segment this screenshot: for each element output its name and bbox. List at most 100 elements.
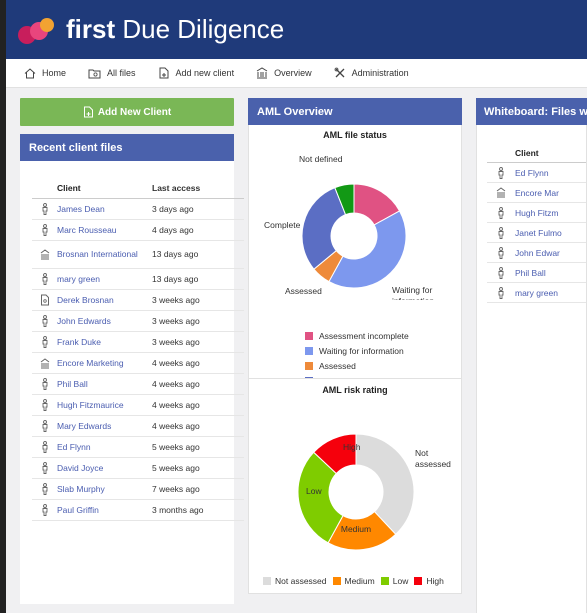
slice-label: Waiting forinformation bbox=[392, 285, 434, 300]
pie-slice-waiting-for-information[interactable] bbox=[328, 210, 407, 289]
table-row[interactable]: Hugh Fitzmaurice 4 weeks ago bbox=[32, 395, 244, 416]
client-type-icon bbox=[487, 246, 515, 259]
client-name-link[interactable]: Hugh Fitzm bbox=[515, 208, 558, 218]
table-row[interactable]: Encore Marketing 4 weeks ago bbox=[32, 353, 244, 374]
table-row[interactable]: James Dean 3 days ago bbox=[32, 199, 244, 220]
table-row[interactable]: Frank Duke 3 weeks ago bbox=[32, 332, 244, 353]
client-name-link[interactable]: Janet Fulmo bbox=[515, 228, 562, 238]
client-name-link[interactable]: Phil Ball bbox=[515, 268, 546, 278]
folder-search-icon bbox=[88, 69, 101, 78]
last-access-value: 7 weeks ago bbox=[152, 483, 200, 494]
nav-all-files[interactable]: All files bbox=[88, 68, 136, 79]
nav-administration[interactable]: Administration bbox=[334, 67, 409, 79]
last-access-value: 4 weeks ago bbox=[152, 378, 200, 389]
legend-label[interactable]: High bbox=[426, 576, 443, 586]
client-name-link[interactable]: mary green bbox=[57, 274, 152, 285]
client-name-link[interactable]: Encore Mar bbox=[515, 188, 559, 198]
whiteboard-table: Client Ed Flynn Encore Mar Hugh Fitzm Janet… bbox=[487, 125, 586, 303]
slice-label: Low bbox=[306, 486, 322, 496]
client-name-link[interactable]: Slab Murphy bbox=[57, 484, 152, 495]
tools-icon bbox=[334, 67, 345, 78]
panel-title: AML Overview bbox=[248, 98, 462, 125]
table-row[interactable]: Phil Ball 4 weeks ago bbox=[32, 374, 244, 395]
table-row[interactable]: Janet Fulmo bbox=[487, 223, 586, 243]
client-name-link[interactable]: Brosnan International bbox=[57, 249, 152, 260]
client-type-icon bbox=[32, 462, 57, 474]
client-name-link[interactable]: Ed Flynn bbox=[57, 442, 152, 453]
top-nav: Home All files Add new client Overview A… bbox=[6, 59, 587, 88]
person-icon bbox=[498, 206, 504, 219]
table-row[interactable]: John Edwards 3 weeks ago bbox=[32, 311, 244, 332]
column-header-last-access: Last access bbox=[152, 182, 201, 193]
table-row[interactable]: David Joyce 5 weeks ago bbox=[32, 458, 244, 479]
client-type-icon bbox=[32, 249, 57, 260]
client-name-link[interactable]: Paul Griffin bbox=[57, 505, 152, 516]
building-icon bbox=[496, 187, 506, 198]
client-name-link[interactable]: Ed Flynn bbox=[515, 168, 549, 178]
legend-label: Waiting for information bbox=[319, 345, 404, 356]
slice-label: Medium bbox=[341, 524, 371, 534]
legend-item[interactable]: Assessed bbox=[305, 358, 409, 373]
table-row[interactable]: Ed Flynn 5 weeks ago bbox=[32, 437, 244, 458]
client-name-link[interactable]: Frank Duke bbox=[57, 337, 152, 348]
column-header-client: Client bbox=[57, 182, 81, 193]
nav-add-new-client[interactable]: Add new client bbox=[158, 67, 234, 79]
client-type-icon bbox=[487, 206, 515, 219]
app-title: first Due Diligence bbox=[66, 14, 285, 44]
client-name-link[interactable]: Encore Marketing bbox=[57, 358, 152, 369]
home-icon bbox=[24, 67, 36, 78]
chart-legend: Not assessed Medium Low High bbox=[263, 576, 444, 586]
client-name-link[interactable]: Phil Ball bbox=[57, 379, 152, 390]
client-name-link[interactable]: Derek Brosnan bbox=[57, 295, 152, 306]
client-name-link[interactable]: mary green bbox=[515, 288, 558, 298]
last-access-value: 13 days ago bbox=[152, 273, 199, 284]
table-row[interactable]: Derek Brosnan 3 weeks ago bbox=[32, 290, 244, 311]
client-name-link[interactable]: John Edwar bbox=[515, 248, 560, 258]
legend-label[interactable]: Low bbox=[393, 576, 409, 586]
app-header: first Due Diligence bbox=[6, 0, 587, 59]
client-type-icon bbox=[32, 504, 57, 516]
legend-label[interactable]: Medium bbox=[345, 576, 375, 586]
table-row[interactable]: Brosnan International 13 days ago bbox=[32, 241, 244, 269]
client-type-icon bbox=[32, 378, 57, 390]
client-name-link[interactable]: James Dean bbox=[57, 204, 152, 215]
nav-overview[interactable]: Overview bbox=[256, 67, 312, 79]
table-row[interactable]: Ed Flynn bbox=[487, 163, 586, 183]
table-row[interactable]: Mary Edwards 4 weeks ago bbox=[32, 416, 244, 437]
person-icon bbox=[498, 246, 504, 259]
slice-label: Assessed bbox=[285, 286, 322, 296]
document-icon bbox=[40, 294, 49, 306]
table-row[interactable]: Slab Murphy 7 weeks ago bbox=[32, 479, 244, 500]
legend-item[interactable]: Assessment incomplete bbox=[305, 328, 409, 343]
client-type-icon bbox=[32, 420, 57, 432]
client-name-link[interactable]: David Joyce bbox=[57, 463, 152, 474]
legend-label[interactable]: Not assessed bbox=[275, 576, 327, 586]
person-icon bbox=[498, 286, 504, 299]
nav-all-files-label: All files bbox=[107, 68, 136, 78]
building-icon bbox=[256, 67, 268, 79]
table-row[interactable]: Paul Griffin 3 months ago bbox=[32, 500, 244, 521]
table-row[interactable]: Hugh Fitzm bbox=[487, 203, 586, 223]
client-name-link[interactable]: John Edwards bbox=[57, 316, 152, 327]
table-row[interactable]: Encore Mar bbox=[487, 183, 586, 203]
legend-item[interactable]: Waiting for information bbox=[305, 343, 409, 358]
client-type-icon bbox=[32, 336, 57, 348]
table-row[interactable]: Phil Ball bbox=[487, 263, 586, 283]
last-access-value: 5 weeks ago bbox=[152, 441, 200, 452]
add-new-client-button[interactable]: Add New Client bbox=[20, 98, 234, 126]
table-row[interactable]: John Edwar bbox=[487, 243, 586, 263]
client-name-link[interactable]: Hugh Fitzmaurice bbox=[57, 400, 152, 411]
nav-home[interactable]: Home bbox=[24, 67, 67, 79]
whiteboard-panel: Whiteboard: Files w Client Ed Flynn Encor… bbox=[476, 98, 587, 613]
logo-icon bbox=[16, 12, 60, 48]
legend-label: Assessed bbox=[319, 360, 356, 371]
table-row[interactable]: mary green 13 days ago bbox=[32, 269, 244, 290]
aml-overview-panel: AML Overview AML file status Waiting for… bbox=[248, 98, 462, 395]
table-row[interactable]: Marc Rousseau 4 days ago bbox=[32, 220, 244, 241]
aml-risk-rating-chart: Not assessed Medium Low High bbox=[297, 433, 451, 551]
client-name-link[interactable]: Marc Rousseau bbox=[57, 225, 152, 236]
legend-label: Assessment incomplete bbox=[319, 330, 409, 341]
client-name-link[interactable]: Mary Edwards bbox=[57, 421, 152, 432]
table-row[interactable]: mary green bbox=[487, 283, 586, 303]
nav-home-label: Home bbox=[42, 68, 67, 78]
